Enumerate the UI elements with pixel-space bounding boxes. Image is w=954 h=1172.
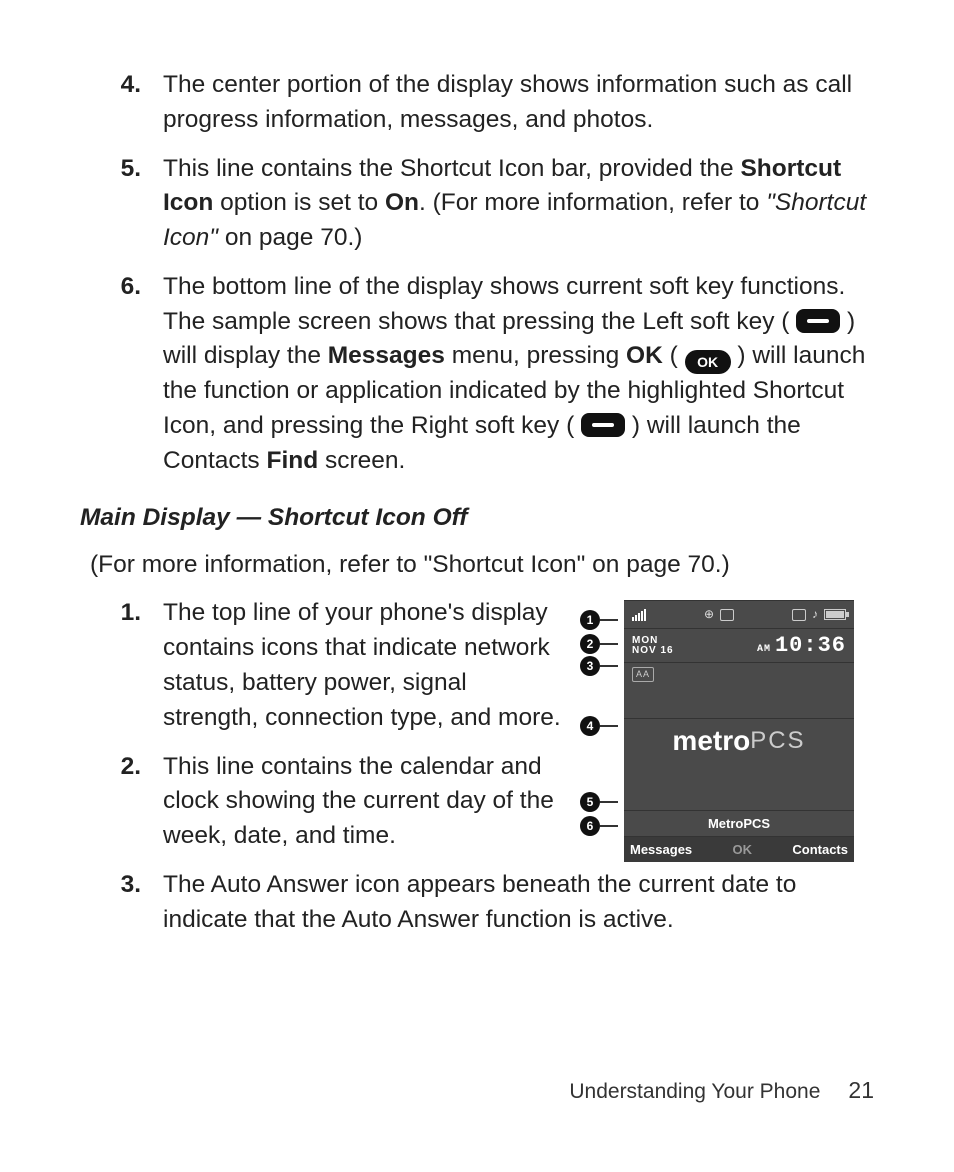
callout-marker: 3 (580, 656, 618, 676)
list-number: 6. (108, 270, 163, 479)
list-number: 2. (108, 750, 163, 854)
callout-leader (600, 619, 618, 621)
list-text: The Auto Answer icon appears beneath the… (163, 868, 874, 938)
section-heading: Main Display — Shortcut Icon Off (80, 501, 874, 536)
callout-number: 2 (580, 634, 600, 654)
footer-section: Understanding Your Phone (569, 1080, 820, 1104)
callout-leader (600, 801, 618, 803)
list-text: The top line of your phone's display con… (163, 596, 566, 735)
callout-marker: 4 (580, 716, 618, 736)
callout-leader (600, 825, 618, 827)
callout-number: 1 (580, 610, 600, 630)
list-text: The bottom line of the display shows cur… (163, 270, 874, 479)
right-softkey-icon (581, 413, 625, 437)
phone-right-softkey: Contacts (792, 841, 848, 859)
phone-ok-softkey: OK (733, 841, 753, 859)
callout-column: 123456 (584, 600, 618, 836)
callout-leader (600, 725, 618, 727)
list-text: This line contains the Shortcut Icon bar… (163, 152, 874, 256)
list-number: 1. (108, 596, 163, 735)
list-text: This line contains the calendar and cloc… (163, 750, 566, 854)
phone-clock-row: MONNOV 16 AM10:36 (624, 628, 854, 662)
list-item: 2. This line contains the calendar and c… (108, 750, 566, 854)
callout-marker: 1 (580, 610, 618, 630)
callout-leader (600, 643, 618, 645)
list-number: 5. (108, 152, 163, 256)
phone-screen: ⊕ ♪ MONNOV 16 AM10:36 AA (624, 600, 854, 862)
callout-number: 3 (580, 656, 600, 676)
phone-autoanswer-row: AA (624, 662, 854, 686)
signal-icon (632, 609, 646, 621)
auto-answer-icon: AA (632, 667, 654, 682)
list-item: 4. The center portion of the display sho… (108, 68, 874, 138)
callout-marker: 2 (580, 634, 618, 654)
list-number: 3. (108, 868, 163, 938)
callout-number: 5 (580, 792, 600, 812)
phone-brand-row: metroPCS (624, 718, 854, 762)
page-content: 4. The center portion of the display sho… (80, 68, 874, 937)
ok-key-icon: OK (685, 350, 731, 374)
callout-number: 6 (580, 816, 600, 836)
sound-icon: ♪ (812, 606, 818, 623)
left-softkey-icon (796, 309, 840, 333)
battery-icon (824, 609, 846, 620)
bluetooth-icon (792, 609, 806, 621)
list-number: 4. (108, 68, 163, 138)
list-item: 1. The top line of your phone's display … (108, 596, 566, 735)
callout-marker: 6 (580, 816, 618, 836)
callout-marker: 5 (580, 792, 618, 812)
phone-figure: 123456 ⊕ ♪ MONNOV 16 AM10:36 (584, 596, 874, 862)
callout-number: 4 (580, 716, 600, 736)
page-footer: Understanding Your Phone 21 (569, 1077, 874, 1104)
phone-status-bar: ⊕ ♪ (624, 600, 854, 628)
page-number: 21 (848, 1077, 874, 1104)
reference-line: (For more information, refer to "Shortcu… (90, 548, 874, 583)
phone-left-softkey: Messages (630, 841, 692, 859)
list-item: 3. The Auto Answer icon appears beneath … (108, 868, 874, 938)
data-icon (720, 609, 734, 621)
list-text: The center portion of the display shows … (163, 68, 874, 138)
list-item: 5. This line contains the Shortcut Icon … (108, 152, 874, 256)
location-icon: ⊕ (704, 606, 714, 623)
list-item: 6. The bottom line of the display shows … (108, 270, 874, 479)
phone-softkey-row: Messages OK Contacts (624, 836, 854, 862)
phone-carrier-row: MetroPCS (624, 810, 854, 836)
callout-leader (600, 665, 618, 667)
